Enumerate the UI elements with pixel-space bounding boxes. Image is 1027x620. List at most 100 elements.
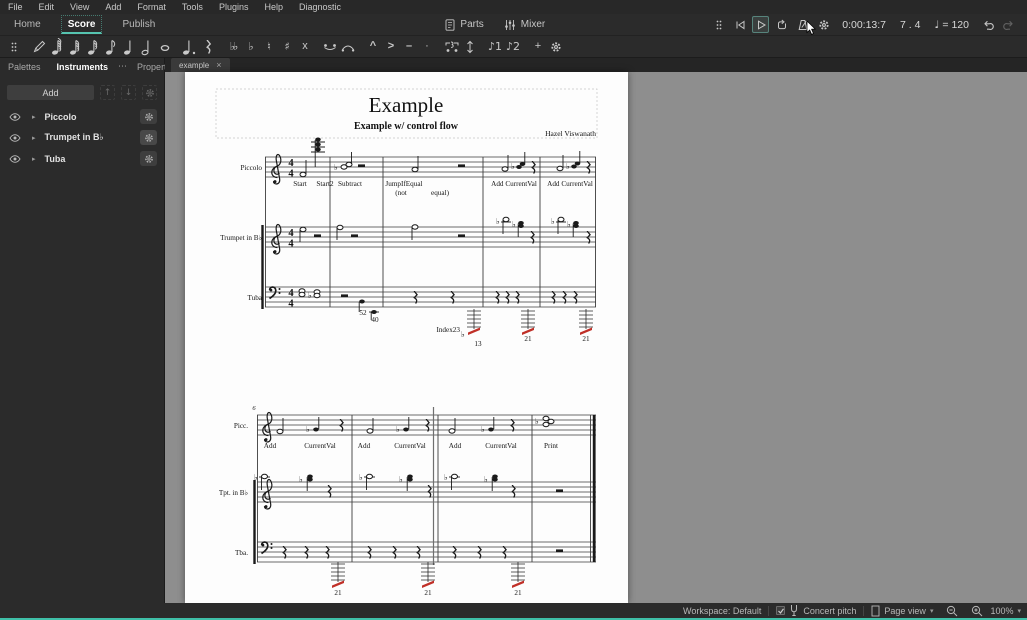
augmentation-dot-button[interactable] (181, 37, 199, 56)
score-canvas[interactable]: example × Example Example w/ control flo… (165, 58, 1027, 603)
panel-tab-overflow[interactable]: ⋯ (118, 62, 127, 72)
menu-plugins[interactable]: Plugins (211, 2, 257, 12)
tenuto-button[interactable]: – (400, 37, 418, 56)
zoom-level-select[interactable]: 100% ▾ (990, 606, 1021, 616)
flip-direction-button[interactable] (461, 37, 479, 56)
staff-label[interactable]: Picc. (234, 422, 248, 430)
staff-label[interactable]: Trumpet in B♭ (220, 234, 262, 242)
double-sharp-button[interactable]: x (296, 37, 314, 56)
parts-button[interactable]: Parts (445, 19, 484, 31)
score-title[interactable]: Example (369, 93, 444, 117)
playback-position[interactable]: 7 . 4 (900, 19, 920, 31)
whole-note-button[interactable] (156, 37, 174, 56)
tempo-value[interactable]: = 120 (942, 19, 969, 31)
workspace-button[interactable]: Workspace: Default (683, 606, 761, 616)
move-down-button[interactable]: ↓ (121, 85, 136, 100)
voice-2-button[interactable]: ♪2 (504, 37, 522, 56)
concert-pitch-toggle[interactable]: Concert pitch (776, 604, 856, 617)
menu-diagnostic[interactable]: Diagnostic (291, 2, 349, 12)
tie-button[interactable] (321, 37, 339, 56)
visibility-eye-icon[interactable] (9, 134, 21, 142)
chevron-right-icon[interactable]: ▸ (32, 155, 36, 163)
move-up-button[interactable]: ↑ (100, 85, 115, 100)
tab-home[interactable]: Home (8, 16, 47, 33)
mixer-button[interactable]: Mixer (504, 19, 545, 31)
toolbar-drag-handle[interactable] (5, 37, 23, 56)
double-flat-button[interactable]: ♭♭ (224, 37, 242, 56)
playback-drag-handle[interactable] (710, 16, 727, 33)
panel-tab-instruments[interactable]: Instruments (49, 62, 117, 72)
eighth-note-button[interactable] (102, 37, 120, 56)
treble-clef[interactable] (262, 411, 273, 443)
playback-settings-button[interactable] (815, 16, 832, 33)
chevron-right-icon[interactable]: ▸ (32, 134, 36, 142)
piccolo-staff-text[interactable]: Add CurrentVal Add CurrentVal Add Curren… (264, 442, 558, 450)
16th-note-button[interactable] (84, 37, 102, 56)
loop-playback-button[interactable] (773, 16, 790, 33)
menu-tools[interactable]: Tools (174, 2, 211, 12)
instrument-row-trumpet[interactable]: ▸ Trumpet in B♭ (0, 127, 164, 148)
staff-label[interactable]: Tba. (235, 549, 248, 557)
trumpet-notes[interactable]: ♭ ♭ ♭ ♭ (299, 216, 591, 244)
redo-button[interactable] (1000, 16, 1017, 33)
tuplet-button[interactable] (443, 37, 461, 56)
menu-help[interactable]: Help (256, 2, 291, 12)
sharp-button[interactable]: ♯ (278, 37, 296, 56)
staccato-button[interactable]: · (418, 37, 436, 56)
close-icon[interactable]: × (216, 60, 221, 70)
rest-button[interactable] (199, 37, 217, 56)
instrument-gear-button[interactable] (140, 151, 157, 166)
tab-score[interactable]: Score (60, 15, 103, 34)
zoom-in-button[interactable] (971, 605, 983, 617)
chevron-right-icon[interactable]: ▸ (32, 113, 36, 121)
tuba-staff-text[interactable]: 21 21 21 (334, 589, 522, 597)
32nd-note-button[interactable] (66, 37, 84, 56)
natural-button[interactable]: ♮ (260, 37, 278, 56)
tab-publish[interactable]: Publish (116, 16, 161, 33)
document-tab[interactable]: example × (171, 58, 230, 72)
note-input-button[interactable] (30, 37, 48, 56)
menu-file[interactable]: File (0, 2, 31, 12)
panel-tab-palettes[interactable]: Palettes (6, 62, 49, 72)
toolbar-settings-button[interactable] (547, 37, 565, 56)
trumpet-notes[interactable]: ♭ ♭ ♭ ♭ ♭ ♭ (254, 473, 563, 498)
undo-button[interactable] (979, 16, 996, 33)
staff-label[interactable]: Piccolo (240, 164, 262, 172)
instrument-row-tuba[interactable]: ▸ Tuba (0, 148, 164, 169)
barlines[interactable] (351, 415, 533, 562)
instrument-row-piccolo[interactable]: ▸ Piccolo (0, 106, 164, 127)
treble-clef[interactable] (262, 478, 273, 510)
score-page[interactable]: Example Example w/ control flow Hazel Vi… (185, 72, 628, 603)
menu-edit[interactable]: Edit (31, 2, 63, 12)
visibility-eye-icon[interactable] (9, 113, 21, 121)
quarter-note-button[interactable] (120, 37, 138, 56)
slur-button[interactable] (339, 37, 357, 56)
menu-view[interactable]: View (62, 2, 97, 12)
add-instrument-button[interactable]: Add (7, 85, 94, 100)
view-mode-select[interactable]: Page view ▾ (871, 605, 933, 617)
treble-clef[interactable] (271, 153, 282, 185)
visibility-eye-icon[interactable] (9, 155, 21, 163)
staff-label[interactable]: Tpt. in B♭ (219, 489, 248, 497)
treble-clef[interactable] (271, 223, 282, 255)
checkbox-checked-icon[interactable] (776, 606, 786, 615)
score-composer[interactable]: Hazel Viswanath (545, 129, 596, 138)
instrument-gear-button[interactable] (140, 130, 157, 145)
play-button[interactable] (752, 16, 770, 33)
instrument-gear-button[interactable] (140, 109, 157, 124)
score-subtitle[interactable]: Example w/ control flow (354, 121, 459, 132)
zoom-out-button[interactable] (946, 605, 958, 617)
marcato-button[interactable]: ^ (364, 37, 382, 56)
voice-1-button[interactable]: ♪1 (486, 37, 504, 56)
customize-toolbar-button[interactable]: + (529, 37, 547, 56)
menu-add[interactable]: Add (97, 2, 129, 12)
rewind-button[interactable] (731, 16, 748, 33)
menu-format[interactable]: Format (129, 2, 174, 12)
playback-time[interactable]: 0:00:13:7 (842, 19, 886, 31)
instrument-settings-button[interactable] (142, 85, 157, 100)
piccolo-staff-text[interactable]: Start Start2 Subtract JumpIfEqual (not e… (293, 180, 593, 197)
half-note-button[interactable] (138, 37, 156, 56)
flat-button[interactable]: ♭ (242, 37, 260, 56)
accent-button[interactable]: > (382, 37, 400, 56)
64th-note-button[interactable] (48, 37, 66, 56)
